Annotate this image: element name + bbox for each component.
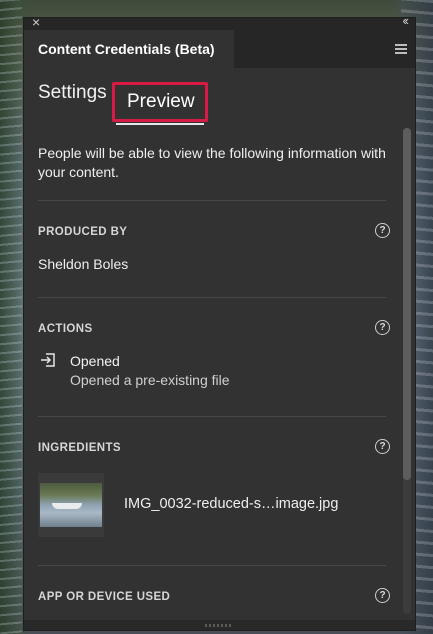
action-item: Opened Opened a pre-existing file: [38, 350, 386, 390]
ingredient-thumbnail: [38, 473, 104, 537]
resize-grip[interactable]: [205, 624, 233, 627]
divider: [38, 297, 386, 298]
mode-tabs: Settings Preview: [24, 68, 415, 125]
app-device-header: APP OR DEVICE USED ?: [38, 588, 390, 606]
scrollbar[interactable]: [403, 128, 411, 614]
help-icon[interactable]: ?: [375, 223, 390, 238]
action-description: Opened a pre-existing file: [70, 372, 230, 388]
thumbnail-boat: [52, 503, 82, 509]
produced-by-header: PRODUCED BY ?: [38, 223, 390, 241]
panel-title-strip: × ‹‹: [24, 14, 415, 30]
tab-settings[interactable]: Settings: [38, 78, 107, 108]
divider: [38, 200, 386, 201]
ingredient-item[interactable]: IMG_0032-reduced-s…image.jpg: [38, 473, 386, 539]
panel-bottom-strip: [24, 620, 415, 630]
ingredients-header: INGREDIENTS ?: [38, 439, 390, 457]
help-icon[interactable]: ?: [375, 588, 390, 603]
preview-content: People will be able to view the followin…: [38, 136, 390, 606]
ingredients-title: INGREDIENTS: [38, 442, 121, 454]
collapse-panel-icon[interactable]: ‹‹: [402, 14, 409, 28]
app-device-title: APP OR DEVICE USED: [38, 591, 171, 603]
tab-preview[interactable]: Preview: [112, 82, 208, 122]
open-file-icon: [41, 353, 55, 367]
actions-title: ACTIONS: [38, 323, 93, 335]
scroll-thumb[interactable]: [403, 128, 411, 480]
divider: [38, 416, 386, 417]
divider: [38, 565, 386, 566]
produced-by-title: PRODUCED BY: [38, 226, 128, 238]
ingredient-filename: IMG_0032-reduced-s…image.jpg: [124, 496, 339, 512]
content-credentials-panel: × ‹‹ Content Credentials (Beta) Settings…: [24, 14, 415, 630]
help-icon[interactable]: ?: [375, 439, 390, 454]
action-name: Opened: [70, 353, 120, 369]
panel-tab-bar: Content Credentials (Beta): [24, 30, 415, 68]
producer-name: Sheldon Boles: [38, 256, 129, 272]
panel-menu-icon[interactable]: [395, 44, 407, 54]
panel-tab-content-credentials[interactable]: Content Credentials (Beta): [24, 30, 234, 68]
actions-header: ACTIONS ?: [38, 320, 390, 338]
intro-text: People will be able to view the followin…: [38, 145, 386, 180]
help-icon[interactable]: ?: [375, 320, 390, 335]
active-tab-indicator: [116, 123, 204, 125]
close-icon[interactable]: ×: [32, 15, 40, 29]
